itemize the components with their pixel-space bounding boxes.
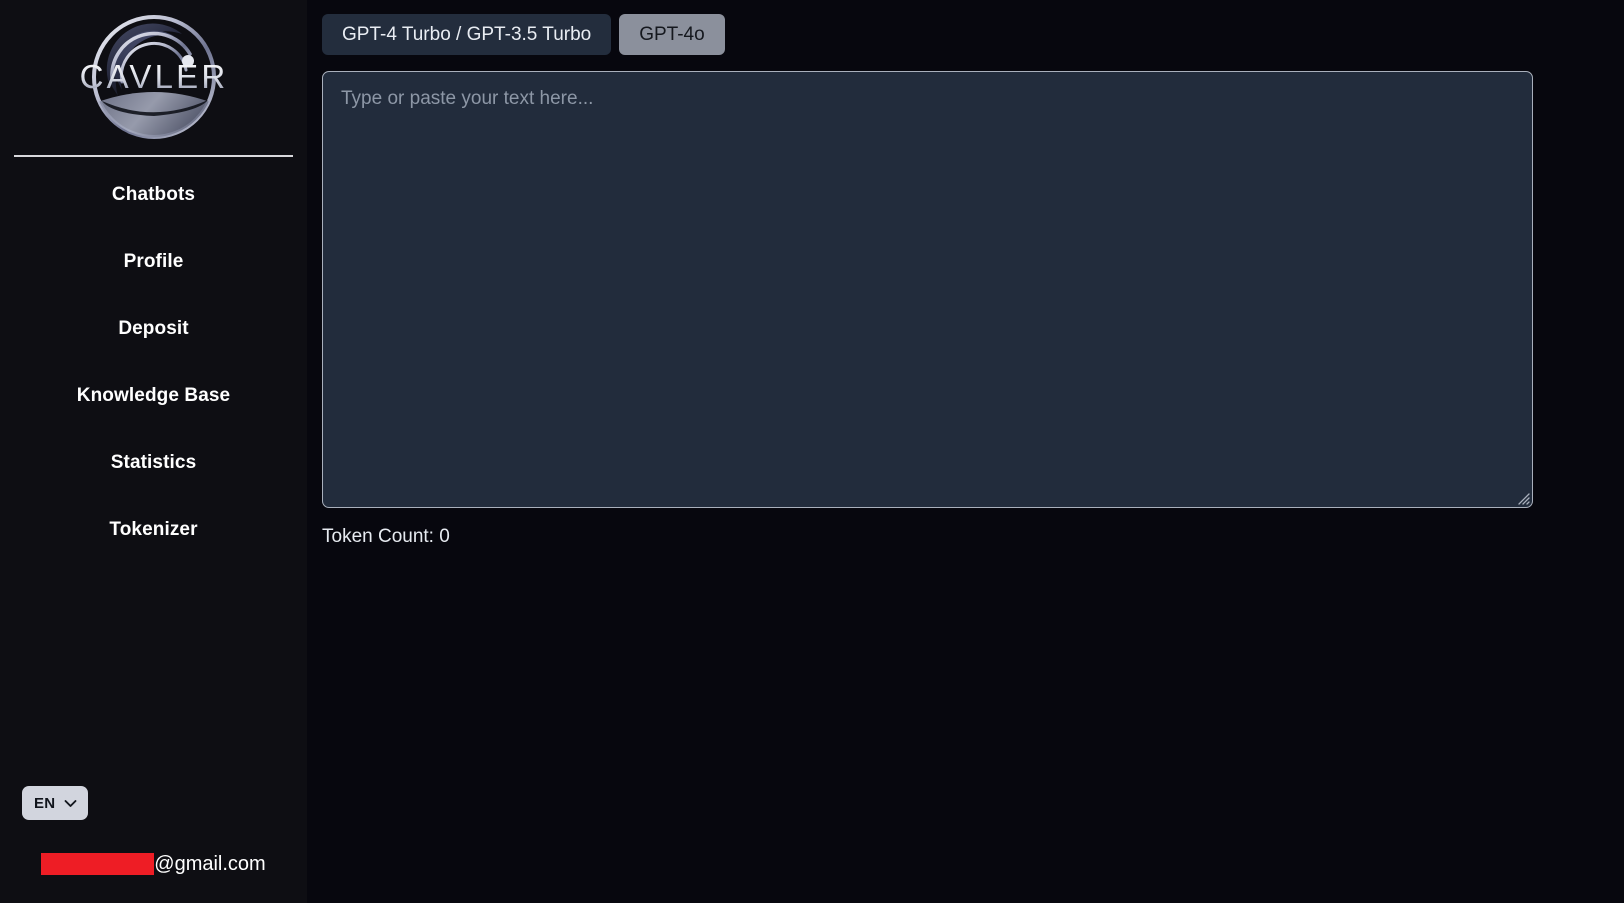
user-email: @gmail.com [0,852,307,876]
main-content: GPT-4 Turbo / GPT-3.5 Turbo GPT-4o Token… [307,0,1624,903]
sidebar: CAVLER Chatbots Profile Deposit Knowledg… [0,0,307,903]
sidebar-nav: Chatbots Profile Deposit Knowledge Base … [0,157,307,550]
sidebar-item-deposit[interactable]: Deposit [0,309,307,349]
model-tabs: GPT-4 Turbo / GPT-3.5 Turbo GPT-4o [322,14,1534,55]
sidebar-item-tokenizer[interactable]: Tokenizer [0,510,307,550]
sidebar-item-chatbots[interactable]: Chatbots [0,175,307,215]
sidebar-item-profile[interactable]: Profile [0,242,307,282]
sidebar-item-knowledge-base[interactable]: Knowledge Base [0,376,307,416]
svg-text:CAVLER: CAVLER [79,58,228,95]
email-redaction-block [41,853,155,875]
tab-gpt4-turbo-gpt35-turbo[interactable]: GPT-4 Turbo / GPT-3.5 Turbo [322,14,612,55]
sidebar-item-statistics[interactable]: Statistics [0,443,307,483]
language-selector-value: EN [34,794,56,812]
brand-logo[interactable]: CAVLER [74,2,234,152]
tab-gpt4o[interactable]: GPT-4o [619,14,725,55]
app-root: CAVLER Chatbots Profile Deposit Knowledg… [0,0,1624,903]
email-domain: @gmail.com [154,853,266,875]
editor-wrapper [322,71,1533,508]
language-selector[interactable]: EN [22,786,89,820]
token-count-label: Token Count: 0 [322,526,450,547]
chevron-down-icon [64,799,77,807]
text-input-textarea[interactable] [322,71,1533,508]
cavler-logo-icon: CAVLER [79,15,228,139]
